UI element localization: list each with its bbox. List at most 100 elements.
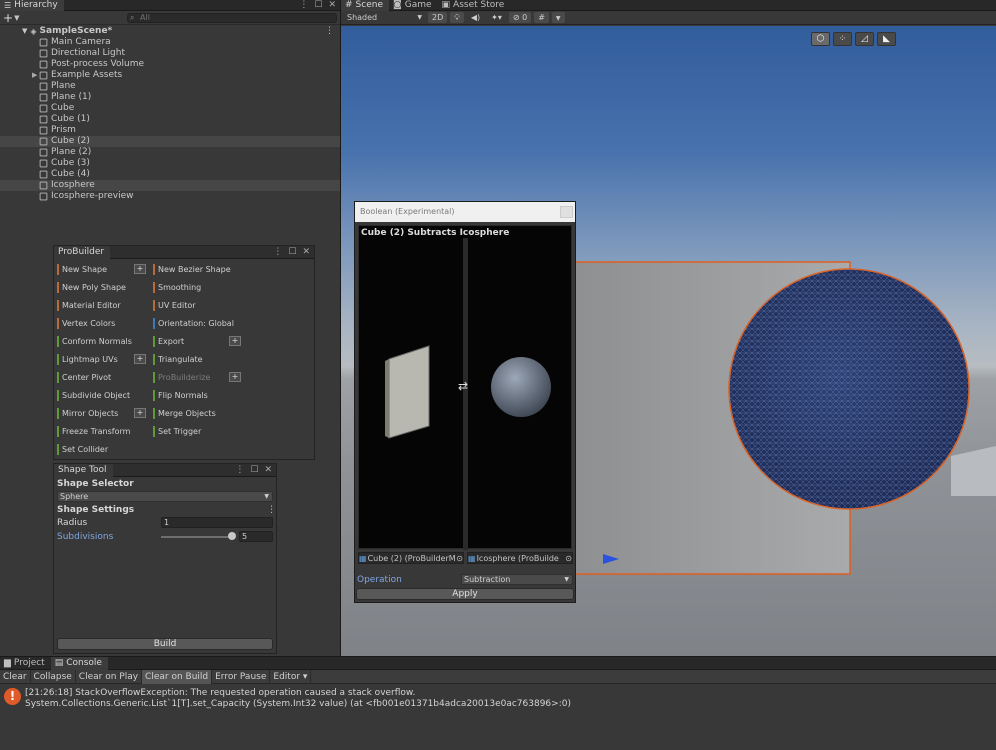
- probuilder-action[interactable]: Lightmap UVs +: [57, 353, 146, 366]
- probuilder-action[interactable]: Conform Normals: [57, 335, 146, 348]
- console-button[interactable]: Clear: [0, 669, 31, 684]
- more-options-icon[interactable]: ⋮: [273, 247, 282, 257]
- object-mode-icon[interactable]: ⬡: [811, 32, 830, 46]
- chevron-right-icon[interactable]: ▶: [32, 70, 37, 81]
- probuilder-action[interactable]: New Bezier Shape: [153, 263, 241, 276]
- hierarchy-item[interactable]: Cube (2): [0, 136, 340, 147]
- subdivisions-slider[interactable]: [161, 536, 233, 538]
- hierarchy-item[interactable]: ▶ Example Assets: [0, 70, 340, 81]
- probuilder-action[interactable]: Mirror Objects +: [57, 407, 146, 420]
- left-object-field[interactable]: ▦ Cube (2) (ProBuilderM ⊙: [358, 552, 464, 564]
- add-icon[interactable]: +: [3, 12, 13, 24]
- probuilder-action[interactable]: UV Editor: [153, 299, 241, 312]
- apply-button[interactable]: Apply: [356, 588, 574, 600]
- tab-shape-tool[interactable]: Shape Tool: [54, 463, 113, 477]
- close-icon[interactable]: ✕: [264, 465, 272, 475]
- probuilder-action[interactable]: Merge Objects: [153, 407, 241, 420]
- target-icon[interactable]: ⊙: [565, 554, 572, 563]
- tab-probuilder[interactable]: ProBuilder: [54, 245, 111, 259]
- subdivisions-field[interactable]: 5: [239, 531, 273, 542]
- hierarchy-item[interactable]: Directional Light: [0, 48, 340, 59]
- face-mode-icon[interactable]: ◣: [877, 32, 896, 46]
- probuilder-action[interactable]: New Shape +: [57, 263, 146, 276]
- probuilder-action[interactable]: Freeze Transform: [57, 425, 146, 438]
- more-options-icon[interactable]: ⋮: [267, 505, 276, 515]
- options-plus-icon[interactable]: +: [134, 354, 146, 364]
- tab-scene[interactable]: # Scene: [341, 0, 389, 11]
- probuilder-action[interactable]: Subdivide Object: [57, 389, 146, 402]
- options-plus-icon[interactable]: +: [229, 336, 241, 346]
- hierarchy-item[interactable]: Plane (2): [0, 147, 340, 158]
- probuilder-action[interactable]: Triangulate: [153, 353, 241, 366]
- vertex-mode-icon[interactable]: ⁘: [833, 32, 852, 46]
- edge-mode-icon[interactable]: ◿: [855, 32, 874, 46]
- radius-field[interactable]: 1: [161, 517, 273, 528]
- probuilder-action[interactable]: Smoothing: [153, 281, 241, 294]
- swap-icon[interactable]: ⇄: [458, 379, 468, 393]
- grid-toggle[interactable]: #: [534, 12, 549, 23]
- scene-row[interactable]: ▼ ◈ SampleScene* ⋮: [0, 26, 340, 37]
- hierarchy-item[interactable]: Cube (3): [0, 158, 340, 169]
- tab-hierarchy[interactable]: ☰ Hierarchy: [0, 0, 64, 11]
- more-options-icon[interactable]: ⋮: [235, 465, 244, 475]
- probuilder-action[interactable]: ProBuilderize +: [153, 371, 241, 384]
- hierarchy-item[interactable]: Main Camera: [0, 37, 340, 48]
- shading-mode-label: Shaded: [347, 13, 378, 22]
- chevron-down-icon[interactable]: ▼: [22, 26, 27, 37]
- toggle-2d-button[interactable]: 2D: [428, 12, 448, 23]
- hierarchy-item[interactable]: Plane (1): [0, 92, 340, 103]
- hierarchy-item[interactable]: Cube (1): [0, 114, 340, 125]
- effects-dropdown[interactable]: ✦▾: [487, 12, 506, 23]
- hierarchy-item[interactable]: Cube (4): [0, 169, 340, 180]
- target-icon[interactable]: ⊙: [456, 554, 463, 563]
- probuilder-action[interactable]: Center Pivot: [57, 371, 146, 384]
- options-plus-icon[interactable]: +: [134, 408, 146, 418]
- tab-project[interactable]: ▆ Project: [0, 657, 51, 670]
- maximize-icon[interactable]: ☐: [250, 465, 258, 475]
- hierarchy-item[interactable]: Icosphere-preview: [0, 191, 340, 202]
- console-button[interactable]: Clear on Play: [76, 669, 143, 684]
- lighting-toggle[interactable]: 💡︎: [450, 12, 464, 23]
- probuilder-action[interactable]: Material Editor: [57, 299, 146, 312]
- tab-game[interactable]: ◙ Game: [389, 0, 438, 11]
- probuilder-action[interactable]: Set Trigger: [153, 425, 241, 438]
- more-options-icon[interactable]: ⋮: [299, 0, 308, 10]
- build-button[interactable]: Build: [57, 638, 273, 650]
- probuilder-action[interactable]: Flip Normals: [153, 389, 241, 402]
- operation-dropdown[interactable]: Subtraction ▼: [461, 574, 573, 585]
- tab-console[interactable]: ▤ Console: [50, 656, 108, 670]
- more-options-icon[interactable]: ⋮: [325, 26, 334, 37]
- console-button[interactable]: Clear on Build: [142, 669, 213, 684]
- close-button[interactable]: [560, 206, 573, 218]
- probuilder-action[interactable]: Orientation: Global: [153, 317, 241, 330]
- subdivisions-slider-handle[interactable]: [228, 532, 236, 540]
- search-input[interactable]: ⌕ All: [127, 12, 337, 23]
- audio-toggle[interactable]: ◀): [467, 12, 484, 23]
- options-plus-icon[interactable]: +: [229, 372, 241, 382]
- probuilder-action[interactable]: New Poly Shape: [57, 281, 146, 294]
- hierarchy-item[interactable]: Plane: [0, 81, 340, 92]
- console-button[interactable]: Error Pause: [212, 669, 271, 684]
- hierarchy-item[interactable]: Post-process Volume: [0, 59, 340, 70]
- options-plus-icon[interactable]: +: [134, 264, 146, 274]
- console-button[interactable]: Collapse: [31, 669, 76, 684]
- chevron-down-icon[interactable]: ▼: [14, 14, 19, 22]
- gizmos-dropdown[interactable]: ▼: [551, 12, 565, 23]
- shape-dropdown[interactable]: Sphere ▼: [57, 491, 273, 502]
- hierarchy-item[interactable]: Icosphere: [0, 180, 340, 191]
- hierarchy-item[interactable]: Prism: [0, 125, 340, 136]
- right-object-field[interactable]: ▦ Icosphere (ProBuilde ⊙: [467, 552, 573, 564]
- probuilder-action[interactable]: Set Collider: [57, 443, 146, 456]
- probuilder-action[interactable]: Vertex Colors: [57, 317, 146, 330]
- close-icon[interactable]: ✕: [302, 247, 310, 257]
- probuilder-action[interactable]: Export +: [153, 335, 241, 348]
- maximize-icon[interactable]: ☐: [288, 247, 296, 257]
- hierarchy-item[interactable]: Cube: [0, 103, 340, 114]
- console-log-entry[interactable]: [21:26:18] StackOverflowException: The r…: [25, 688, 571, 710]
- tab-asset-store[interactable]: ▣ Asset Store: [438, 0, 511, 11]
- shading-mode-dropdown[interactable]: Shaded ▼: [343, 12, 425, 23]
- console-button[interactable]: Editor ▾: [270, 669, 312, 684]
- hidden-objects-toggle[interactable]: ⊘ 0: [508, 12, 532, 23]
- close-icon[interactable]: ✕: [328, 0, 336, 10]
- maximize-icon[interactable]: ☐: [314, 0, 322, 10]
